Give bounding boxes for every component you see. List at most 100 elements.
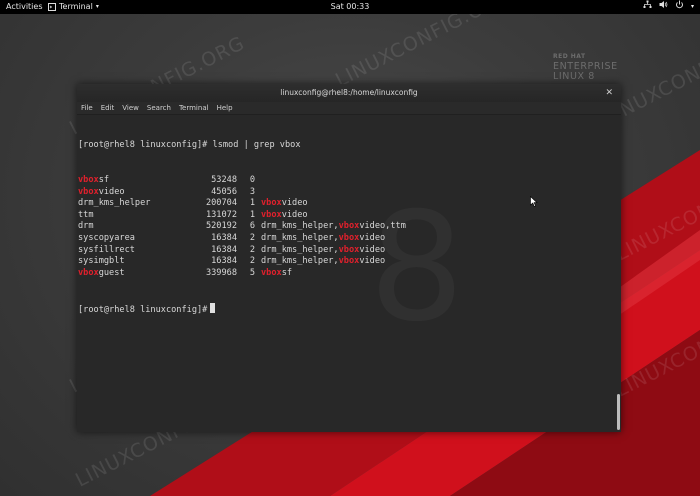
grep-highlight: vbox [261, 267, 282, 278]
module-name-text: syscopyarea [78, 232, 135, 243]
module-size: 16384 [211, 232, 237, 243]
terminal-output: [root@rhel8 linuxconfig]# lsmod | grep v… [78, 117, 406, 337]
module-name: drm [78, 221, 182, 233]
used-by-text: video [281, 198, 308, 209]
menu-terminal[interactable]: Terminal [179, 102, 209, 114]
module-size: 339968 [205, 267, 237, 278]
module-used: 6 [249, 221, 255, 232]
rhel-brand-logo: RED HAT ENTERPRISE LINUX 8 [553, 52, 618, 82]
volume-icon[interactable] [659, 0, 668, 14]
grep-highlight: vbox [78, 174, 99, 185]
grep-highlight: vbox [261, 198, 282, 209]
used-by-text: video [281, 209, 308, 220]
module-name: vboxguest [78, 268, 182, 280]
module-used-by: drm_kms_helper,vboxvideo [255, 256, 385, 268]
menu-edit[interactable]: Edit [101, 102, 115, 114]
module-used: 2 [249, 232, 255, 243]
brand-line-3: LINUX 8 [553, 71, 595, 82]
module-used-by: vboxvideo [255, 198, 308, 210]
window-title: linuxconfig@rhel8:/home/linuxconfig [280, 88, 418, 97]
module-size: 45056 [211, 186, 237, 197]
module-size: 16384 [211, 244, 237, 255]
module-name: vboxsf [78, 175, 182, 187]
mouse-cursor-icon [530, 196, 538, 207]
module-name-suffix: guest [98, 267, 125, 278]
module-name-text: sysfillrect [78, 244, 135, 255]
used-by-text: drm_kms_helper, [261, 232, 339, 243]
used-by-text: video,ttm [359, 221, 406, 232]
module-name: syscopyarea [78, 233, 182, 245]
module-name-suffix: video [98, 186, 125, 197]
module-name: vboxvideo [78, 187, 182, 199]
module-name-text: sysimgblt [78, 256, 125, 267]
grep-highlight: vbox [261, 209, 282, 220]
module-used: 2 [249, 256, 255, 267]
module-used: 3 [249, 186, 255, 197]
used-by-text: video [359, 244, 386, 255]
menu-search[interactable]: Search [147, 102, 171, 114]
module-row: sysimgblt 16384 2 drm_kms_helper,vboxvideo [78, 256, 406, 268]
close-icon[interactable]: ✕ [605, 84, 613, 102]
module-row: sysfillrect 16384 2 drm_kms_helper,vboxvide… [78, 245, 406, 257]
module-size: 16384 [211, 256, 237, 267]
used-by-text: video [359, 232, 386, 243]
module-row: drm 520192 6 drm_kms_helper,vboxvideo,ttm [78, 221, 406, 233]
module-name: sysfillrect [78, 245, 182, 257]
used-by-text: video [359, 256, 386, 267]
module-name-text: ttm [78, 209, 94, 220]
module-row: drm_kms_helper 200704 1 vboxvideo [78, 198, 406, 210]
module-size: 200704 [205, 198, 237, 209]
window-titlebar[interactable]: linuxconfig@rhel8:/home/linuxconfig ✕ [77, 84, 621, 102]
top-bar: Activities Terminal ▾ Sat 00:33 ▾ [0, 0, 700, 14]
grep-highlight: vbox [338, 256, 360, 267]
module-size: 131072 [205, 209, 237, 220]
module-used-by: drm_kms_helper,vboxvideo [255, 233, 385, 245]
module-used: 0 [249, 174, 255, 185]
grep-highlight: vbox [338, 244, 360, 255]
power-icon[interactable] [675, 0, 684, 14]
module-used-by: drm_kms_helper,vboxvideo,ttm [255, 221, 406, 233]
module-row: vboxguest 339968 5 vboxsf [78, 268, 406, 280]
module-used: 5 [249, 267, 255, 278]
module-used: 2 [249, 244, 255, 255]
module-used-by: drm_kms_helper,vboxvideo [255, 245, 385, 257]
prompt: [root@rhel8 linuxconfig]# [78, 140, 208, 151]
command-line: [root@rhel8 linuxconfig]# lsmod | grep v… [78, 140, 406, 152]
chevron-down-icon[interactable]: ▾ [691, 0, 694, 14]
module-name: sysimgblt [78, 256, 182, 268]
clock[interactable]: Sat 00:33 [0, 0, 700, 14]
module-name-suffix: sf [98, 174, 110, 185]
text-cursor [210, 302, 216, 313]
terminal-window[interactable]: linuxconfig@rhel8:/home/linuxconfig ✕ Fi… [77, 84, 621, 432]
module-used-by: vboxvideo [255, 210, 308, 222]
module-used: 1 [249, 198, 255, 209]
terminal-body[interactable]: 8 [root@rhel8 linuxconfig]# lsmod | grep… [77, 115, 621, 432]
grep-highlight: vbox [338, 232, 360, 243]
module-name: drm_kms_helper [78, 198, 182, 210]
command-text: lsmod | grep vbox [207, 140, 301, 151]
grep-highlight: vbox [338, 221, 360, 232]
used-by-text: drm_kms_helper, [261, 244, 339, 255]
menu-bar: File Edit View Search Terminal Help [77, 102, 621, 115]
module-row: vboxvideo 45056 3 [78, 187, 406, 199]
scrollbar[interactable] [617, 394, 620, 430]
network-icon[interactable] [643, 0, 652, 14]
module-row: ttm 131072 1 vboxvideo [78, 210, 406, 222]
final-prompt-line: [root@rhel8 linuxconfig]# [78, 302, 406, 315]
module-name-text: drm [78, 221, 94, 232]
module-used-by: vboxsf [255, 268, 292, 280]
lsmod-output: vboxsf 53248 0 vboxvideo 45056 3 drm_kms_helpe… [78, 175, 406, 279]
system-tray[interactable]: ▾ [643, 0, 694, 14]
grep-highlight: vbox [78, 267, 99, 278]
menu-file[interactable]: File [81, 102, 93, 114]
module-used: 1 [249, 209, 255, 220]
used-by-text: drm_kms_helper, [261, 256, 339, 267]
used-by-text: sf [281, 267, 293, 278]
grep-highlight: vbox [78, 186, 99, 197]
module-size: 53248 [211, 174, 237, 185]
module-name: ttm [78, 210, 182, 222]
used-by-text: drm_kms_helper, [261, 221, 339, 232]
menu-help[interactable]: Help [217, 102, 233, 114]
menu-view[interactable]: View [122, 102, 139, 114]
module-row: syscopyarea 16384 2 drm_kms_helper,vboxvide… [78, 233, 406, 245]
